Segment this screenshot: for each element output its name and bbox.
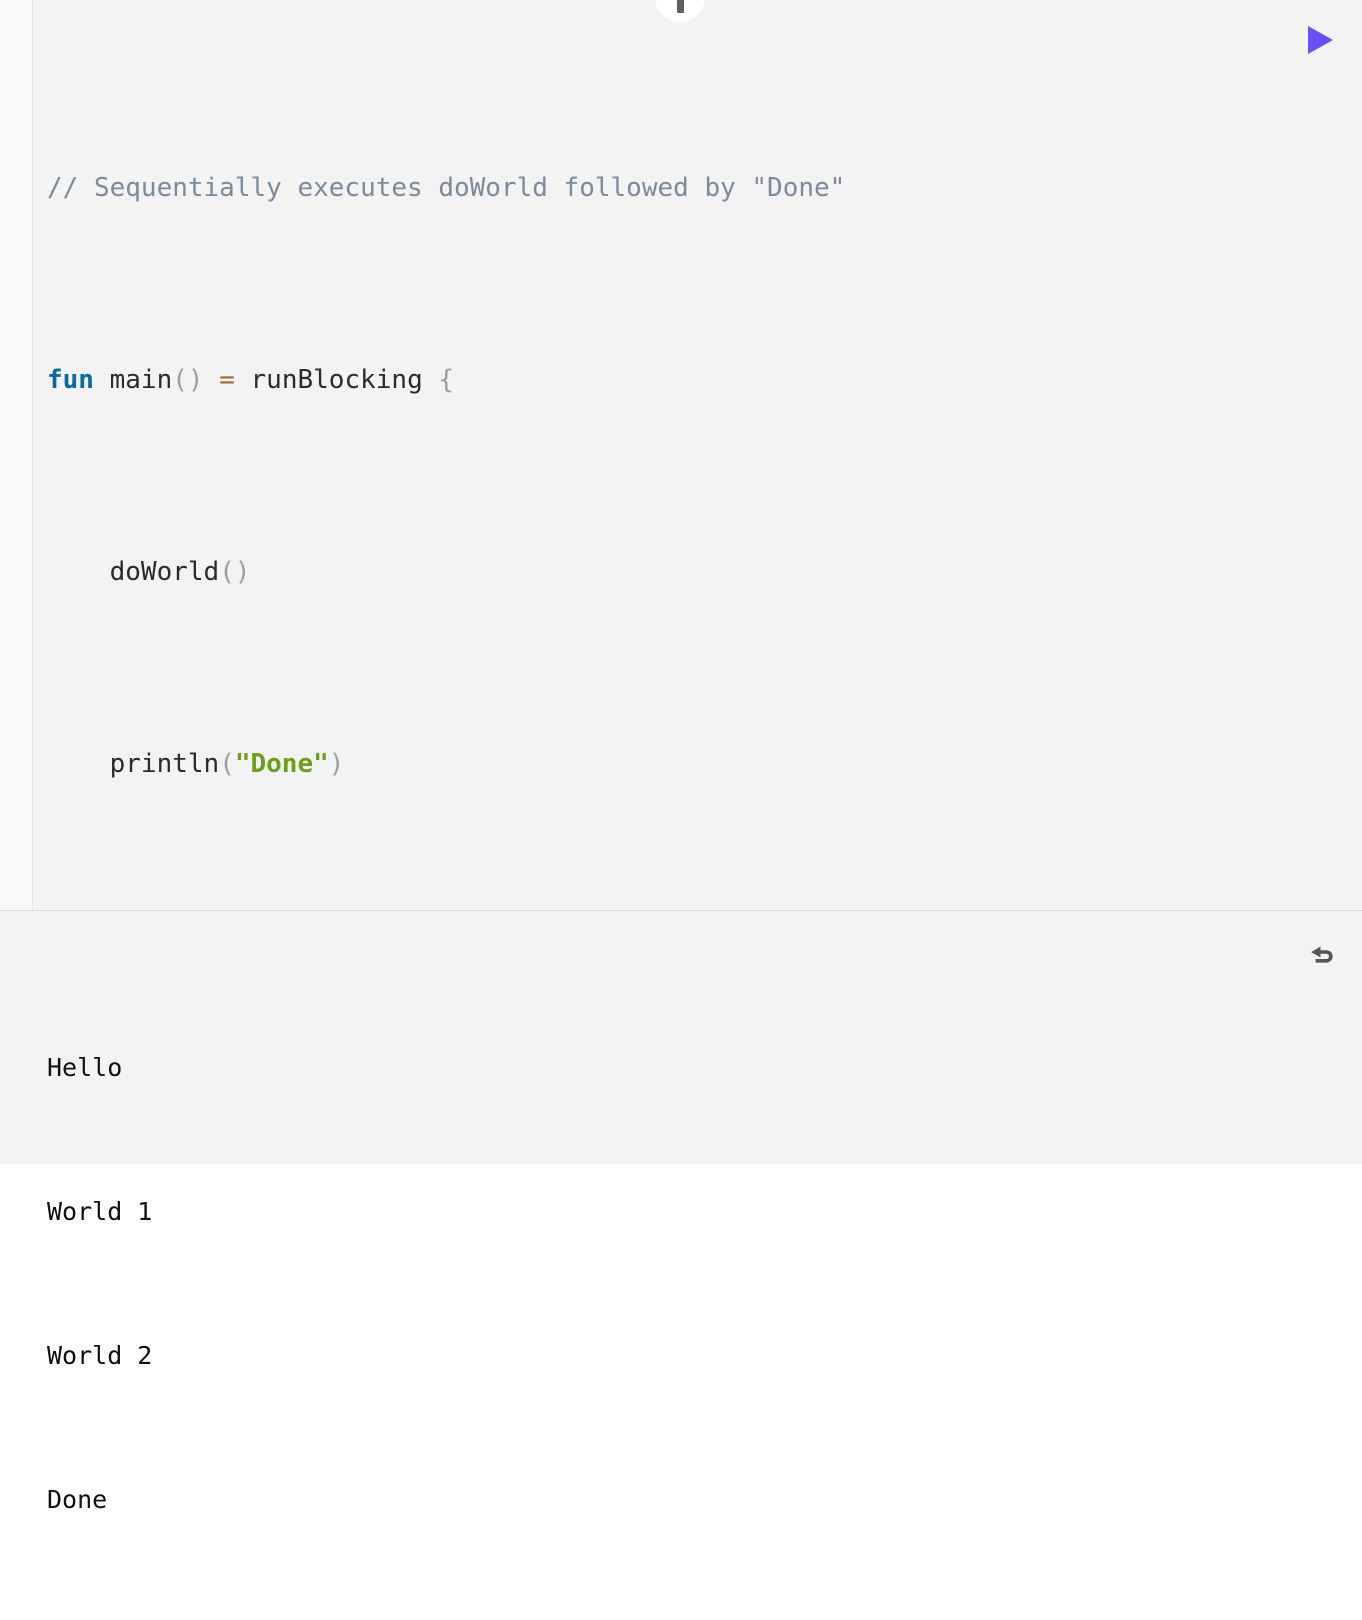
code-surface[interactable]: // Sequentially executes doWorld followe… [34,0,1362,911]
close-paren: ) [328,749,345,779]
play-triangle-icon [1305,24,1335,60]
editor-gutter [0,0,33,911]
kotlin-playground: // Sequentially executes doWorld followe… [0,0,1362,1514]
string-done: "Done" [234,749,329,779]
run-button[interactable] [1300,22,1340,62]
code-editor[interactable]: // Sequentially executes doWorld followe… [0,0,1362,911]
code-content[interactable]: // Sequentially executes doWorld followe… [47,20,1362,911]
code-line-3: doWorld() [47,548,1362,596]
console-line: World 2 [47,1341,153,1370]
console-line: Hello [47,1053,123,1082]
parens: () [172,365,204,395]
call-runblocking: runBlocking [250,365,423,395]
drag-handle-icon [676,0,684,13]
open-paren: ( [219,749,235,779]
output-console: Hello World 1 World 2 Done [0,911,1362,1514]
operator-equals: = [203,365,251,395]
console-line: World 1 [47,1197,153,1226]
call-doworld: doWorld [47,557,220,587]
open-brace: { [422,365,455,395]
parens: () [219,557,251,587]
console-gutter [0,911,33,1164]
code-line-4: println("Done") [47,740,1362,788]
call-println: println [47,749,220,779]
console-output: Hello World 1 World 2 Done [47,948,152,1620]
keyword-fun: fun [47,365,94,395]
function-name-main: main [93,365,173,395]
code-line-2: fun main() = runBlocking { [47,356,1362,404]
code-line-1: // Sequentially executes doWorld followe… [47,164,1362,212]
console-line: Done [47,1485,108,1514]
comment-token: // Sequentially executes doWorld followe… [47,173,846,203]
reset-button[interactable] [1302,935,1344,977]
undo-arrow-icon [1306,937,1340,975]
